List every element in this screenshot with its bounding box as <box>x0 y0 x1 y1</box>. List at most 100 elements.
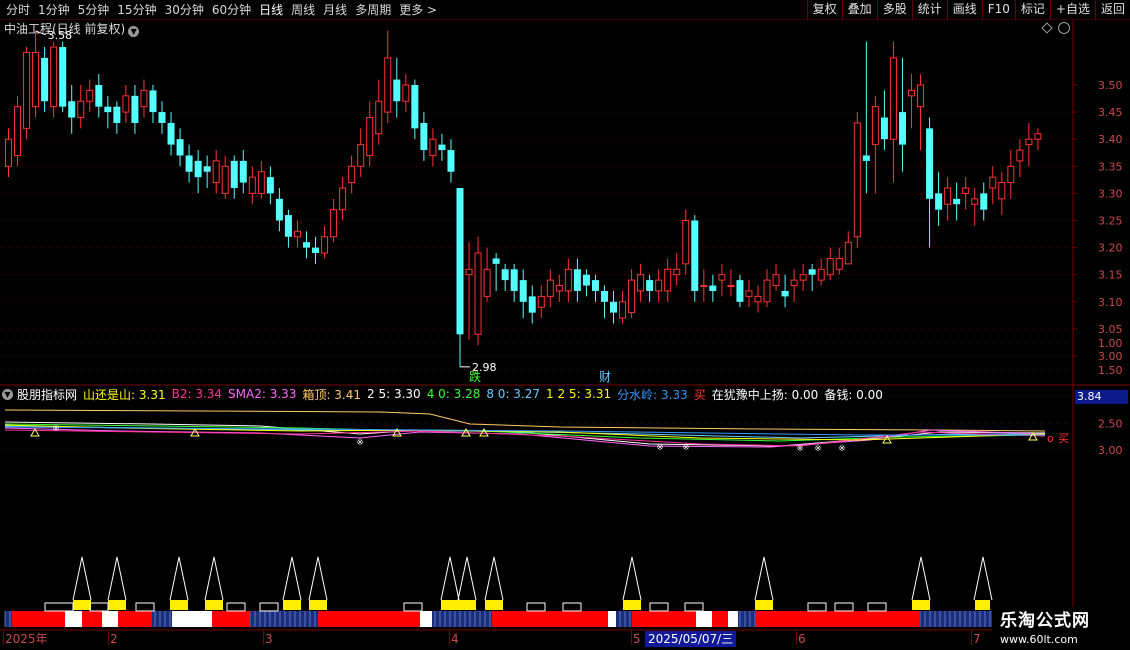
candle-body-down <box>411 85 419 129</box>
candle-body-up <box>555 285 563 292</box>
y-tick-label-6: 3.20 <box>1098 242 1123 255</box>
candle-body-up <box>835 257 843 270</box>
kline-chart: 3.50 3.45 3.40 3.35 3.30 3.25 3.20 3.15 3.10 3.05… <box>0 20 1130 631</box>
candle-body-up <box>77 100 85 119</box>
date-tick <box>631 631 632 645</box>
candle-body-up <box>962 187 970 194</box>
outline-signal-box <box>684 602 704 612</box>
outline-signal-box <box>867 602 887 612</box>
candle-body-up <box>727 285 735 288</box>
candle-body-down <box>736 280 744 302</box>
candle-body-down <box>131 95 139 123</box>
yellow-signal-block <box>623 600 641 610</box>
date-label-4: 5 <box>633 632 641 646</box>
y-tick-label-0: 3.50 <box>1098 79 1123 92</box>
candle-body-up <box>257 171 265 194</box>
signal-spike <box>754 556 774 601</box>
signal-segment <box>608 611 616 627</box>
indicator-item-6: 8 0: 3.27 <box>486 387 541 401</box>
candle-body-up <box>293 230 301 238</box>
candle-body-down <box>808 269 816 275</box>
signal-spike <box>169 556 189 601</box>
candle-body-up <box>546 279 554 297</box>
candle-body-down <box>438 144 446 151</box>
indicator-item-7: 1 2 5: 3.31 <box>546 387 612 401</box>
candle-body-up <box>1007 165 1015 184</box>
candle-body-up <box>682 220 690 265</box>
signal-segment <box>492 611 608 627</box>
signal-segment <box>712 611 728 627</box>
candle-body-up <box>5 138 12 167</box>
candle-body-up <box>619 301 627 319</box>
candle-body-down <box>610 301 618 313</box>
buy-circle-marker: o <box>1047 432 1054 445</box>
signal-segment <box>696 611 712 627</box>
indicator-item-1: B2: 3.34 <box>171 387 223 401</box>
date-label-6: 7 <box>973 632 981 646</box>
candle-body-up <box>32 51 40 108</box>
candle-body-up <box>772 274 780 287</box>
y-tick-label-9: 3.05 <box>1098 323 1123 336</box>
candle-body-down <box>68 101 76 118</box>
candle-body-down <box>185 155 193 172</box>
sub-tick-label-1: 2.50 <box>1098 417 1123 430</box>
signal-segment <box>82 611 102 627</box>
candle-body-up <box>944 187 952 205</box>
candle-body-up <box>248 176 256 194</box>
candle-body-down <box>935 193 943 210</box>
signal-segment <box>12 611 65 627</box>
candle-body-up <box>321 236 329 254</box>
signal-segment <box>420 611 432 627</box>
candle-body-up <box>384 57 392 113</box>
signal-spike <box>973 556 993 601</box>
candle-body-up <box>140 89 148 108</box>
high-label: 3.58 <box>48 29 72 42</box>
cai-marker: 财 <box>599 370 611 384</box>
fall-marker: 跌 <box>469 369 481 384</box>
star-marker: ※ <box>52 424 60 434</box>
indicator-item-3: 箱顶: 3.41 <box>302 387 362 402</box>
candle-body-up <box>998 182 1006 200</box>
candle-body-down <box>203 166 211 172</box>
candle-body-up <box>763 279 771 303</box>
candle-body-down <box>447 150 455 172</box>
candle-body-up <box>745 290 753 297</box>
candle-body-up <box>366 117 374 156</box>
indicator-item-11: 备钱: 0.00 <box>824 387 883 402</box>
candle-body-up <box>989 176 997 189</box>
candle-body-down <box>194 160 202 178</box>
candle-body-up <box>664 268 672 292</box>
candle-body-up <box>122 95 130 113</box>
candle-body-up <box>348 165 356 184</box>
candle-body-up <box>23 51 31 129</box>
candle-body-down <box>312 247 320 254</box>
star-marker: ※ <box>838 444 846 454</box>
sub-tick-label-0: 3.00 <box>1098 444 1123 457</box>
candle-body-up <box>465 268 473 276</box>
chevron-down-icon[interactable]: ▼ <box>2 388 13 400</box>
outline-signal-box <box>89 602 109 612</box>
candle-body-up <box>402 84 410 102</box>
signal-spike <box>107 556 127 601</box>
star-marker: ※ <box>682 443 690 453</box>
candle-body-down <box>275 198 283 221</box>
outline-signal-box <box>226 602 246 612</box>
candle-body-up <box>853 122 861 238</box>
signal-segment <box>102 611 118 627</box>
candle-body-down <box>691 220 699 291</box>
candle-body-down <box>176 139 184 156</box>
date-label-3: 4 <box>451 632 459 646</box>
indicator-item-2: SMA2: 3.33 <box>228 387 297 401</box>
watermark: 乐淘公式网 www.60lt.com <box>992 607 1130 650</box>
candle-body-down <box>646 280 654 291</box>
candle-body-down <box>510 269 518 291</box>
candle-body-up <box>483 268 491 297</box>
date-axis: 2025/05/07/三 2025年 2 3 4 5 6 7 <box>0 631 1075 650</box>
indicator-item-5: 4 0: 3.28 <box>426 387 481 401</box>
outline-signal-box <box>834 602 854 612</box>
sub-tick-label-4: 1.00 <box>1098 337 1123 350</box>
signal-segment <box>632 611 696 627</box>
candle-body-up <box>212 160 220 184</box>
candle-body-down <box>420 122 428 151</box>
indicator-name: 股朋指标网 <box>17 387 78 402</box>
